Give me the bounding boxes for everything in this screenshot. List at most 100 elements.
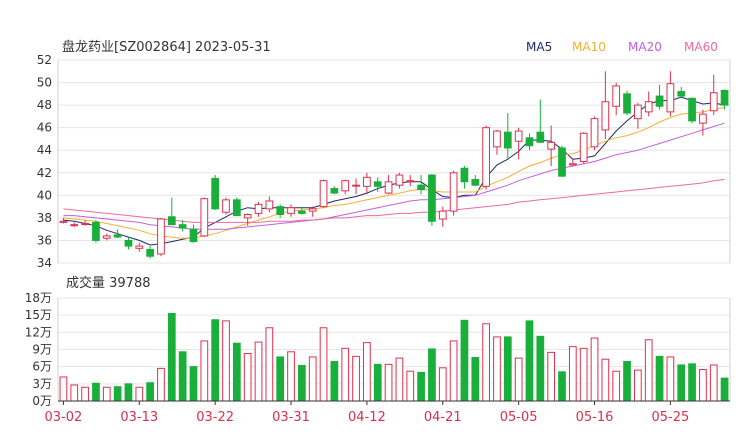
volume-bar	[525, 320, 534, 402]
legend-ma20: MA20	[628, 40, 662, 54]
volume-bar	[211, 319, 220, 402]
candle	[102, 233, 111, 241]
volume-bar	[222, 320, 230, 402]
candle-body	[406, 180, 415, 183]
candle-body	[308, 208, 317, 212]
volume-tick-label: 0万	[32, 394, 52, 408]
volume-bar	[536, 335, 545, 402]
candle	[70, 222, 79, 227]
price-tick-label: 50	[37, 76, 52, 90]
x-tick-label: 05-25	[651, 410, 689, 425]
volume-bar	[200, 340, 209, 402]
x-tick-label: 05-16	[576, 410, 614, 425]
candle-body	[70, 224, 79, 227]
candle	[113, 229, 122, 239]
candle-body	[525, 137, 534, 147]
legend-ma60: MA60	[684, 40, 718, 54]
candle-body	[482, 127, 490, 187]
x-tick-label: 04-21	[424, 410, 462, 425]
volume-bar	[167, 312, 176, 402]
price-tick-label: 48	[37, 98, 52, 112]
candle-body	[232, 199, 241, 217]
candle-body	[200, 198, 209, 237]
candle-body	[167, 216, 176, 226]
candle	[287, 204, 295, 217]
candle	[211, 175, 220, 210]
candle	[254, 202, 263, 217]
volume-bars	[59, 312, 729, 402]
candle	[406, 175, 415, 187]
candle	[417, 175, 425, 195]
volume-bar	[113, 386, 122, 402]
candle	[265, 196, 274, 213]
candle	[558, 145, 566, 178]
x-tick-label: 04-12	[348, 410, 386, 425]
price-tick-label: 42	[37, 166, 52, 180]
candle	[276, 204, 285, 218]
stock-chart: 盘龙药业[SZ002864] 2023-05-31 MA5 MA10 MA20 MA6…	[25, 39, 731, 425]
candle-body	[590, 118, 599, 148]
candle-body	[384, 181, 393, 194]
volume-tick-label: 9万	[32, 343, 52, 357]
candle-body	[59, 220, 68, 223]
volume-bar	[276, 356, 285, 402]
candle	[601, 71, 610, 139]
candle-body	[113, 234, 122, 238]
candle	[709, 74, 718, 116]
candle	[471, 175, 480, 187]
candle	[688, 97, 696, 124]
volume-bar	[471, 357, 480, 402]
candle-body	[298, 210, 306, 214]
candle-body	[514, 130, 523, 142]
volume-bar	[59, 376, 68, 402]
candle	[547, 125, 556, 167]
candle-body	[688, 97, 696, 122]
candle-body	[568, 163, 577, 166]
volume-bar	[298, 365, 306, 402]
date-x-axis: 03-02 03-13 03-22 03-31 04-12 04-21 05-05 05-16…	[45, 400, 730, 425]
volume-bar	[384, 363, 393, 402]
candle-body	[428, 174, 436, 222]
price-legend: MA5 MA10 MA20 MA60	[526, 40, 718, 54]
volume-bar	[352, 355, 360, 402]
x-tick-label: 03-02	[45, 410, 83, 425]
volume-bar	[666, 356, 675, 402]
candle-body	[287, 207, 295, 214]
candle-body	[579, 132, 588, 163]
candle-body	[601, 101, 610, 131]
volume-bar	[644, 339, 653, 402]
candle-body	[319, 180, 328, 208]
candle-body	[558, 147, 566, 177]
volume-bar	[428, 348, 436, 402]
candle	[536, 99, 545, 143]
candle	[493, 129, 501, 155]
candle	[200, 197, 209, 238]
volume-bar	[330, 361, 339, 402]
candle	[330, 186, 339, 195]
candle-body	[178, 224, 187, 229]
candle	[438, 206, 447, 227]
candle	[449, 170, 458, 216]
volume-bar	[460, 319, 469, 402]
candle	[384, 175, 393, 195]
candle	[428, 173, 436, 226]
volume-bar	[319, 327, 328, 402]
x-tick-label: 03-22	[196, 410, 234, 425]
candlesticks	[59, 71, 729, 259]
volume-bar	[341, 347, 350, 402]
legend-ma10: MA10	[572, 40, 606, 54]
candle	[167, 197, 176, 226]
candle-body	[363, 176, 371, 187]
candle	[92, 220, 100, 243]
candle-body	[699, 113, 707, 124]
series-line-ma20	[63, 122, 725, 230]
candle	[363, 172, 371, 195]
candle	[699, 109, 707, 136]
candle-body	[547, 141, 556, 150]
candle	[579, 132, 588, 164]
volume-bar	[157, 367, 165, 402]
candle	[590, 116, 599, 151]
candle	[157, 217, 165, 257]
candle-body	[330, 188, 339, 194]
candle	[124, 237, 133, 250]
